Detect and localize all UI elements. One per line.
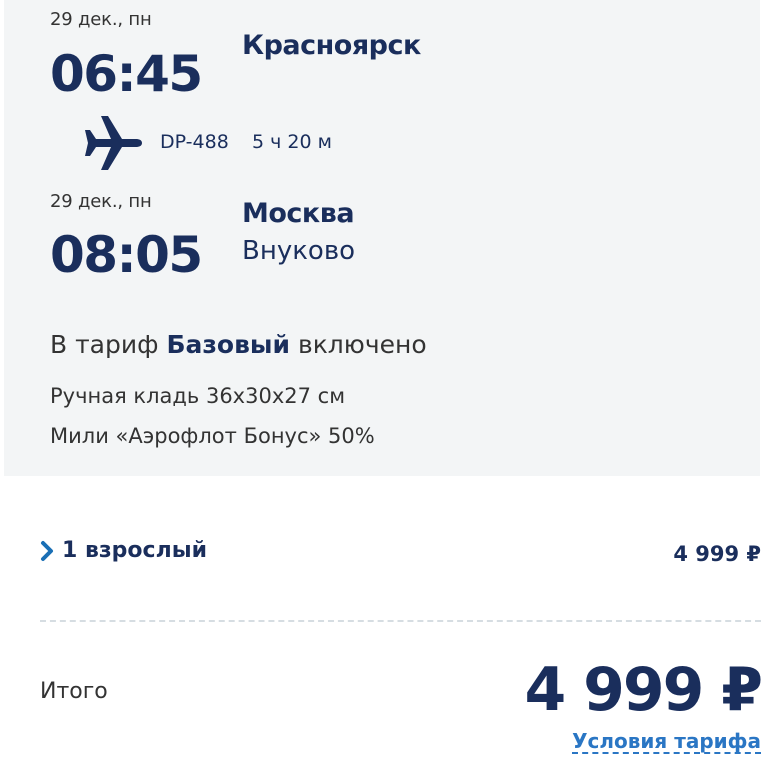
tariff-include-miles: Мили «Аэрофлот Бонус» 50% bbox=[50, 424, 375, 448]
tariff-summary: В тариф Базовый включено bbox=[50, 332, 427, 357]
total-price: 4 999 ₽ bbox=[524, 655, 763, 725]
passengers-price: 4 999 ₽ bbox=[673, 542, 761, 566]
departure-date: 29 дек., пн bbox=[50, 9, 152, 30]
departure-city: Красноярск bbox=[242, 30, 421, 61]
arrival-time: 08:05 bbox=[50, 226, 203, 284]
airplane-icon bbox=[85, 116, 142, 170]
passengers-toggle[interactable]: 1 взрослый bbox=[40, 540, 207, 562]
tariff-include-baggage: Ручная кладь 36х30х27 см bbox=[50, 384, 346, 408]
flight-details-card: 29 дек., пн 06:45 Красноярск DP-488 5 ч … bbox=[4, 0, 760, 476]
departure-time: 06:45 bbox=[50, 45, 203, 103]
dashed-divider bbox=[40, 620, 761, 622]
flight-duration: 5 ч 20 м bbox=[252, 131, 332, 153]
arrival-airport: Внуково bbox=[242, 236, 356, 266]
passengers-label: 1 взрослый bbox=[62, 538, 207, 563]
chevron-right-icon bbox=[41, 541, 53, 561]
tariff-terms-link[interactable]: Условия тарифа bbox=[572, 731, 761, 751]
arrival-date: 29 дек., пн bbox=[50, 191, 152, 212]
tariff-prefix: В тариф bbox=[50, 330, 159, 359]
tariff-name: Базовый bbox=[166, 330, 291, 359]
arrival-city: Москва bbox=[242, 198, 355, 229]
flight-number: DP-488 bbox=[160, 131, 229, 153]
total-label: Итого bbox=[40, 679, 108, 704]
tariff-suffix: включено bbox=[297, 330, 427, 359]
